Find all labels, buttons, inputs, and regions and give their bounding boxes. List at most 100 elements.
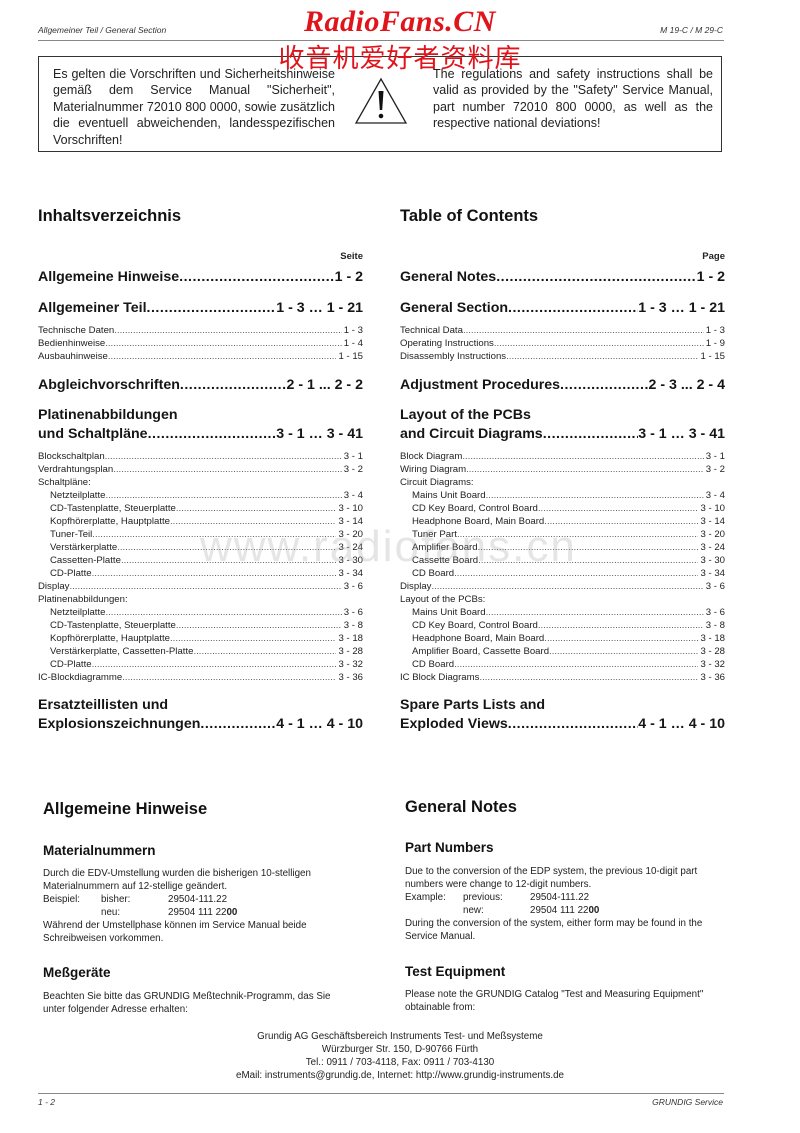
- toc-entry-label: Allgemeine Hinweise: [38, 269, 180, 285]
- toc-leader: [508, 300, 638, 316]
- toc-subentry-page: 3 - 28: [338, 646, 363, 657]
- toc-subentry[interactable]: Netzteilplatte 3 - 6: [38, 606, 363, 619]
- toc-leader: [148, 426, 277, 442]
- watermark-title: RadioFans.CN: [304, 5, 496, 38]
- toc-subentry[interactable]: Mains Unit Board 3 - 4: [400, 489, 725, 502]
- toc-subentry-page: 1 - 9: [705, 338, 725, 349]
- toc-subentry[interactable]: IC-Blockdiagramme 3 - 36: [38, 671, 363, 684]
- page-column-label-english: Page: [702, 251, 725, 262]
- toc-entry-label: General Notes: [400, 269, 497, 285]
- toc-subentry-label: Kopfhörerplatte, Hauptplatte: [50, 516, 171, 527]
- toc-entry-label: Explosionszeichnungen: [38, 716, 201, 732]
- toc-subentry-label: Ausbauhinweise: [38, 351, 108, 362]
- toc-leader: [105, 606, 341, 619]
- toc-entry-platinenabbildungen[interactable]: Platinenabbildungen und Schaltpläne 3 - …: [38, 407, 363, 442]
- toc-subentry[interactable]: Display 3 - 6: [38, 580, 363, 593]
- toc-subentry-label: Bedienhinweise: [38, 338, 106, 349]
- toc-subgroup-label: Schaltpläne:: [38, 476, 363, 489]
- toc-subentry-page: 3 - 18: [700, 633, 725, 644]
- previous-label: previous:: [463, 892, 503, 903]
- toc-subentry-label: IC-Blockdiagramme: [38, 672, 123, 683]
- toc-entry-allgemeine-hinweise[interactable]: Allgemeine Hinweise 1 - 2: [38, 269, 363, 285]
- toc-subgroup-label: Platinenabbildungen:: [38, 593, 363, 606]
- toc-leader: [147, 300, 277, 316]
- toc-leader: [543, 426, 639, 442]
- toc-entry-ersatzteillisten[interactable]: Ersatzteillisten und Explosionszeichnung…: [38, 697, 363, 732]
- toc-entry-spare-parts[interactable]: Spare Parts Lists and Exploded Views 4 - …: [400, 697, 725, 732]
- toc-subentry-label: Block Diagram: [400, 451, 463, 462]
- toc-subentry[interactable]: IC Block Diagrams 3 - 36: [400, 671, 725, 684]
- toc-subentry-page: 3 - 30: [700, 555, 725, 566]
- toc-subentry-page: 1 - 3: [343, 325, 363, 336]
- toc-subentry-label: Schaltpläne:: [38, 477, 91, 488]
- toc-leader: [479, 671, 698, 684]
- new-label: new:: [463, 905, 484, 916]
- toc-subentry[interactable]: CD-Platte 3 - 32: [38, 658, 363, 671]
- toc-leader: [486, 489, 704, 502]
- toc-leader: [549, 645, 698, 658]
- toc-subentry-page: 3 - 4: [343, 490, 363, 501]
- toc-subentry[interactable]: Display 3 - 6: [400, 580, 725, 593]
- toc-subentry[interactable]: Technical Data 1 - 3: [400, 324, 725, 337]
- toc-subentry[interactable]: Mains Unit Board 3 - 6: [400, 606, 725, 619]
- toc-entry-general-section[interactable]: General Section 1 - 3 … 1 - 21: [400, 300, 725, 316]
- toc-entry-adjustment-procedures[interactable]: Adjustment Procedures 2 - 3 ... 2 - 4: [400, 377, 725, 393]
- toc-leader: [176, 619, 342, 632]
- toc-leader: [92, 658, 337, 671]
- toc-subentry-label: Blockschaltplan: [38, 451, 105, 462]
- toc-subentry-label: Mains Unit Board: [412, 607, 486, 618]
- toc-subentry-page: 3 - 1: [343, 451, 363, 462]
- toc-subentry[interactable]: CD Key Board, Control Board 3 - 10: [400, 502, 725, 515]
- toc-entry-abgleichvorschriften[interactable]: Abgleichvorschriften 2 - 1 ... 2 - 2: [38, 377, 363, 393]
- toc-subentry[interactable]: Ausbauhinweise 1 - 15: [38, 350, 363, 363]
- toc-subentry[interactable]: CD Key Board, Control Board 3 - 8: [400, 619, 725, 632]
- toc-subentry[interactable]: Disassembly Instructions 1 - 15: [400, 350, 725, 363]
- toc-subentry[interactable]: Technische Daten 1 - 3: [38, 324, 363, 337]
- toc-subentry[interactable]: Wiring Diagram 3 - 2: [400, 463, 725, 476]
- toc-subentry-label: CD Key Board, Control Board: [412, 503, 538, 514]
- toc-subentry-label: Platinenabbildungen:: [38, 594, 128, 605]
- toc-leader: [560, 377, 648, 393]
- toc-subentry[interactable]: CD-Tastenplatte, Steuerplatte 3 - 10: [38, 502, 363, 515]
- toc-subentry-page: 3 - 18: [338, 633, 363, 644]
- toc-leader: [108, 350, 337, 363]
- new-part-number-suffix: 00: [226, 907, 238, 918]
- toc-entry-label: Adjustment Procedures: [400, 377, 561, 393]
- toc-subentry[interactable]: Netzteilplatte 3 - 4: [38, 489, 363, 502]
- toc-leader: [494, 337, 704, 350]
- toc-entry-page: 1 - 3 … 1 - 21: [638, 300, 725, 316]
- toc-subentry[interactable]: Verdrahtungsplan 3 - 2: [38, 463, 363, 476]
- new-part-number-main: 29504 111 22: [530, 905, 589, 916]
- toc-leader: [538, 619, 704, 632]
- toc-entry-label-line1: Layout of the PCBs: [400, 407, 531, 423]
- toc-entry-page: 3 - 1 … 3 - 41: [638, 426, 725, 442]
- toc-sublist-allgemeiner-teil: Technische Daten 1 - 3 Bedienhinweise 1 - …: [38, 324, 363, 363]
- warning-triangle-icon: [354, 77, 408, 125]
- toc-subentry[interactable]: CD-Tastenplatte, Steuerplatte 3 - 8: [38, 619, 363, 632]
- toc-subentry[interactable]: Kopfhörerplatte, Hauptplatte 3 - 18: [38, 632, 363, 645]
- toc-subentry[interactable]: Verstärkerplatte, Cassetten-Platte 3 - 28: [38, 645, 363, 658]
- toc-subentry-page: 3 - 34: [700, 568, 725, 579]
- address-email-web[interactable]: eMail: instruments@grundig.de, Internet:…: [0, 1069, 800, 1082]
- toc-subentry[interactable]: Block Diagram 3 - 1: [400, 450, 725, 463]
- toc-entry-general-notes[interactable]: General Notes 1 - 2: [400, 269, 725, 285]
- page-number: 1 - 2: [38, 1097, 56, 1107]
- new-part-number: 29504 111 2200: [530, 904, 599, 917]
- toc-subentry-page: 3 - 6: [343, 581, 363, 592]
- toc-subentry-page: 3 - 24: [700, 542, 725, 553]
- toc-subentry-page: 3 - 14: [700, 516, 725, 527]
- toc-subentry[interactable]: Bedienhinweise 1 - 4: [38, 337, 363, 350]
- toc-subentry[interactable]: Amplifier Board, Cassette Board 3 - 28: [400, 645, 725, 658]
- toc-entry-layout-pcbs[interactable]: Layout of the PCBs and Circuit Diagrams …: [400, 407, 725, 442]
- toc-leader: [463, 324, 704, 337]
- page-column-label-german: Seite: [340, 251, 363, 262]
- toc-subentry-label: Technische Daten: [38, 325, 115, 336]
- toc-entry-allgemeiner-teil[interactable]: Allgemeiner Teil 1 - 3 … 1 - 21: [38, 300, 363, 316]
- toc-leader: [113, 463, 342, 476]
- toc-subentry[interactable]: CD Board 3 - 32: [400, 658, 725, 671]
- toc-subentry[interactable]: Operating Instructions 1 - 9: [400, 337, 725, 350]
- toc-subentry-label: Netzteilplatte: [50, 490, 106, 501]
- toc-subentry[interactable]: Blockschaltplan 3 - 1: [38, 450, 363, 463]
- toc-subentry[interactable]: Headphone Board, Main Board 3 - 18: [400, 632, 725, 645]
- toc-subentry-label: Verdrahtungsplan: [38, 464, 114, 475]
